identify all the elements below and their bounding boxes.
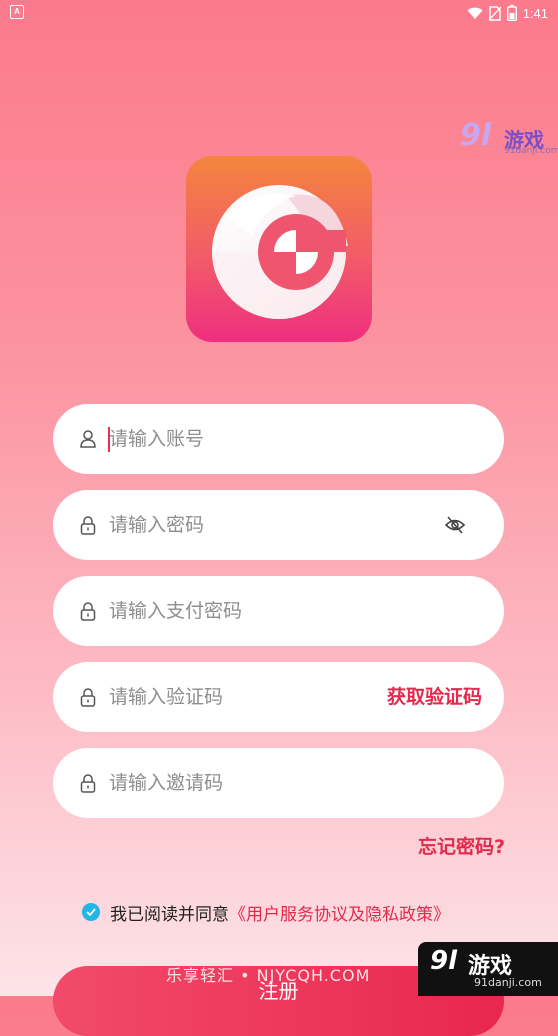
get-code-button[interactable]: 获取验证码 [387, 662, 482, 732]
user-icon [79, 429, 97, 449]
lock-icon [79, 601, 97, 621]
watermark-logo: 9l 游戏 91danji.com [460, 118, 558, 158]
verify-code-field[interactable]: 获取验证码 [53, 662, 504, 732]
agreement-link[interactable]: 《用户服务协议及隐私政策》 [229, 900, 450, 925]
password-field[interactable] [53, 490, 504, 560]
password-input[interactable] [109, 490, 409, 560]
agreement-text: 我已阅读并同意 [110, 904, 229, 925]
agreement-checkbox[interactable] [82, 903, 100, 921]
lock-icon [79, 687, 97, 707]
pay-password-input[interactable] [109, 576, 409, 646]
forgot-password-link[interactable]: 忘记密码? [418, 832, 505, 859]
badge-91-mark: 9l [430, 946, 458, 976]
invite-code-field[interactable] [53, 748, 504, 818]
badge-url: 91danji.com [474, 976, 542, 989]
lock-icon [79, 773, 97, 793]
status-bar: A 1:41 [0, 0, 558, 26]
account-input[interactable] [109, 404, 409, 474]
app-logo [186, 156, 372, 342]
watermark-site-text: 乐享轻汇 • NJYCQH.COM [166, 966, 371, 985]
invite-code-input[interactable] [109, 748, 409, 818]
watermark-badge: 9l 游戏 91danji.com [418, 942, 558, 996]
status-time: 1:41 [522, 5, 548, 21]
status-icons: 1:41 [467, 3, 548, 23]
verify-code-input[interactable] [109, 662, 359, 732]
wifi-icon [467, 7, 483, 20]
sim-no-signal-icon [488, 5, 501, 21]
g-letter-logo-icon [212, 185, 348, 319]
battery-icon [506, 5, 517, 21]
agreement-row: 我已阅读并同意 《用户服务协议及隐私政策》 [82, 900, 450, 925]
check-icon [86, 908, 96, 916]
lock-icon [79, 515, 97, 535]
pay-password-field[interactable] [53, 576, 504, 646]
notification-a-icon: A [10, 5, 24, 19]
watermark-url: 91danji.com [504, 146, 558, 156]
account-field[interactable] [53, 404, 504, 474]
eye-off-icon[interactable] [444, 515, 466, 535]
watermark-91-mark: 9l [460, 118, 492, 153]
